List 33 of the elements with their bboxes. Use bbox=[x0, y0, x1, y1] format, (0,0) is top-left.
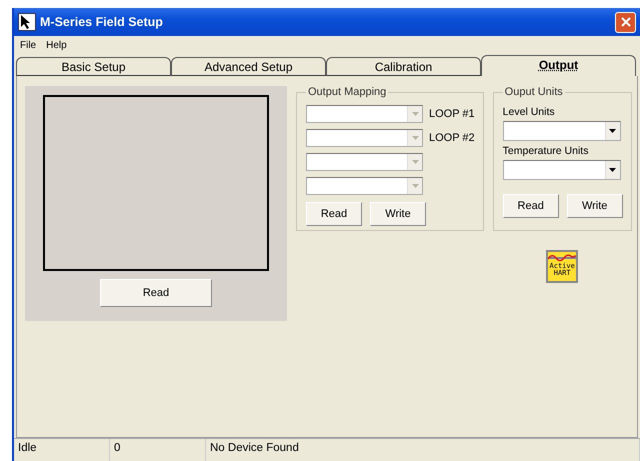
write-button[interactable]: Write bbox=[370, 202, 426, 226]
read-button[interactable]: Read bbox=[306, 202, 362, 226]
tab[interactable]: Advanced Setup bbox=[171, 57, 326, 76]
app-icon bbox=[18, 13, 36, 31]
read-button[interactable]: Read bbox=[100, 279, 212, 307]
group-title: Output Mapping bbox=[307, 86, 388, 98]
status-message: No Device Found bbox=[206, 439, 640, 461]
dropdown-arrow-icon bbox=[412, 136, 418, 140]
close-icon bbox=[620, 17, 630, 27]
dropdown-arrow-icon bbox=[412, 160, 418, 164]
tab[interactable]: Calibration bbox=[326, 57, 481, 76]
loop-label: LOOP #1 bbox=[429, 108, 475, 120]
close-button[interactable] bbox=[615, 12, 636, 32]
field-label: Temperature Units bbox=[502, 145, 590, 157]
status-text: Idle bbox=[14, 439, 110, 461]
status-count: 0 bbox=[110, 439, 206, 461]
group-title: Ouput Units bbox=[504, 86, 564, 98]
dropdown-arrow-icon bbox=[412, 184, 418, 188]
menu-item[interactable]: Help bbox=[46, 40, 67, 51]
window-title: M-Series Field Setup bbox=[40, 15, 164, 29]
dropdown-field[interactable] bbox=[502, 121, 621, 141]
field-label: Level Units bbox=[502, 106, 556, 118]
dropdown-arrow-icon bbox=[609, 168, 616, 172]
write-button[interactable]: Write bbox=[566, 194, 623, 218]
tab[interactable]: Output bbox=[481, 55, 636, 76]
tab[interactable]: Basic Setup bbox=[16, 57, 171, 76]
wave-icon bbox=[548, 253, 576, 263]
menu-item[interactable]: File bbox=[20, 40, 36, 51]
dropdown-arrow-icon bbox=[609, 129, 616, 133]
read-button[interactable]: Read bbox=[502, 194, 559, 218]
loop-label: LOOP #2 bbox=[429, 132, 475, 144]
dropdown-field[interactable] bbox=[502, 160, 621, 180]
dropdown-arrow-icon bbox=[412, 112, 418, 116]
